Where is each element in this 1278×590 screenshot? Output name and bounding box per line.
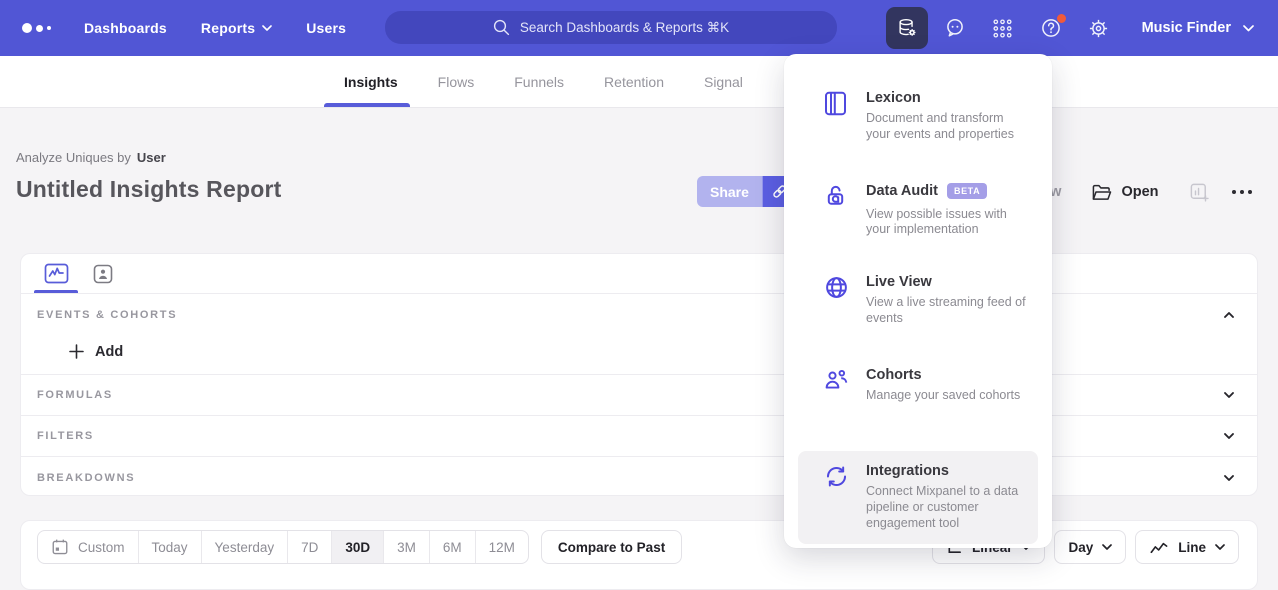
range-6m[interactable]: 6M	[430, 531, 476, 563]
range-custom[interactable]: Custom	[38, 531, 139, 563]
project-name: Music Finder	[1142, 20, 1231, 36]
report-subtitle: Analyze Uniques by User	[16, 150, 166, 165]
chevron-up-icon[interactable]	[1223, 311, 1235, 319]
range-today[interactable]: Today	[139, 531, 202, 563]
section-breakdowns[interactable]: BREAKDOWNS	[21, 457, 1257, 496]
section-events-cohorts-header[interactable]: EVENTS & COHORTS	[21, 294, 1257, 329]
add-to-board-icon[interactable]	[1189, 182, 1210, 203]
notification-dot	[1057, 14, 1066, 23]
date-range-segmented-control: Custom Today Yesterday 7D 30D 3M 6M 12M	[37, 530, 529, 564]
chevron-down-icon	[1102, 544, 1112, 550]
chevron-down-icon[interactable]	[1223, 432, 1235, 440]
menu-item-live-view[interactable]: Live View View a live streaming feed of …	[798, 262, 1038, 339]
page-title[interactable]: Untitled Insights Report	[16, 176, 281, 203]
tab-insights[interactable]: Insights	[344, 56, 398, 107]
help-icon[interactable]	[1030, 7, 1072, 49]
menu-item-integrations[interactable]: Integrations Connect Mixpanel to a data …	[798, 451, 1038, 543]
range-12m[interactable]: 12M	[476, 531, 528, 563]
nav-dashboards[interactable]: Dashboards	[84, 20, 167, 36]
data-management-dropdown-menu: Lexicon Document and transform your even…	[784, 54, 1052, 548]
open-report-button[interactable]: Open	[1091, 183, 1158, 202]
profiles-tab-icon[interactable]	[84, 254, 122, 293]
nav-reports[interactable]: Reports	[201, 20, 272, 36]
project-switcher[interactable]: Music Finder	[1142, 20, 1254, 36]
tab-funnels[interactable]: Funnels	[514, 56, 564, 107]
compare-to-past-button[interactable]: Compare to Past	[541, 530, 682, 564]
range-30d[interactable]: 30D	[332, 531, 384, 563]
chevron-down-icon[interactable]	[1223, 474, 1235, 482]
calendar-icon	[51, 538, 69, 556]
integrations-sync-icon	[824, 464, 850, 531]
granularity-dropdown[interactable]: Day	[1054, 530, 1126, 564]
section-filters[interactable]: FILTERS	[21, 416, 1257, 457]
chart-type-dropdown[interactable]: Line	[1135, 530, 1239, 564]
share-button[interactable]: Share	[697, 176, 762, 207]
tab-flows[interactable]: Flows	[438, 56, 475, 107]
chevron-down-icon	[1215, 544, 1225, 550]
global-search-input[interactable]: Search Dashboards & Reports ⌘K	[385, 11, 837, 44]
query-builder-panel: EVENTS & COHORTS Add FORMULAS FILTERS BR…	[20, 253, 1258, 496]
chevron-down-icon	[1243, 25, 1254, 32]
chevron-down-icon[interactable]	[1223, 391, 1235, 399]
apps-grid-icon[interactable]	[982, 7, 1024, 49]
search-icon	[493, 19, 510, 36]
range-3m[interactable]: 3M	[384, 531, 430, 563]
beta-badge: BETA	[947, 183, 987, 199]
line-chart-icon	[1149, 539, 1169, 555]
feedback-bubble-icon[interactable]	[934, 7, 976, 49]
folder-icon	[1091, 183, 1112, 202]
report-tab-bar: Insights Flows Funnels Retention Signal …	[0, 56, 1278, 108]
data-audit-lock-icon	[824, 184, 850, 239]
menu-item-lexicon[interactable]: Lexicon Document and transform your even…	[798, 78, 1038, 155]
insights-chart-tab-icon[interactable]	[37, 254, 75, 293]
cohorts-people-icon	[824, 368, 850, 404]
range-yesterday[interactable]: Yesterday	[202, 531, 289, 563]
analysis-type-value[interactable]: User	[137, 150, 166, 165]
tab-signal[interactable]: Signal	[704, 56, 743, 107]
range-7d[interactable]: 7D	[288, 531, 332, 563]
tab-retention[interactable]: Retention	[604, 56, 664, 107]
more-options-button[interactable]	[1232, 190, 1253, 195]
nav-users[interactable]: Users	[306, 20, 346, 36]
chevron-down-icon	[262, 25, 272, 31]
mixpanel-logo-icon[interactable]	[22, 23, 51, 33]
menu-item-cohorts[interactable]: Cohorts Manage your saved cohorts	[798, 355, 1038, 416]
add-event-button[interactable]: Add	[69, 344, 123, 360]
search-placeholder: Search Dashboards & Reports ⌘K	[520, 20, 729, 36]
section-events-cohorts: EVENTS & COHORTS Add	[21, 294, 1257, 375]
plus-icon	[69, 344, 84, 359]
section-formulas[interactable]: FORMULAS	[21, 375, 1257, 416]
settings-gear-icon[interactable]	[1078, 7, 1120, 49]
top-navigation-bar: Dashboards Reports Users Search Dashboar…	[0, 0, 1278, 56]
lexicon-book-icon	[824, 91, 850, 143]
live-view-globe-icon	[824, 275, 850, 327]
menu-item-data-audit[interactable]: Data Audit BETA View possible issues wit…	[798, 171, 1038, 251]
data-management-icon[interactable]	[886, 7, 928, 49]
chart-toolbar-panel: Custom Today Yesterday 7D 30D 3M 6M 12M …	[20, 520, 1258, 590]
